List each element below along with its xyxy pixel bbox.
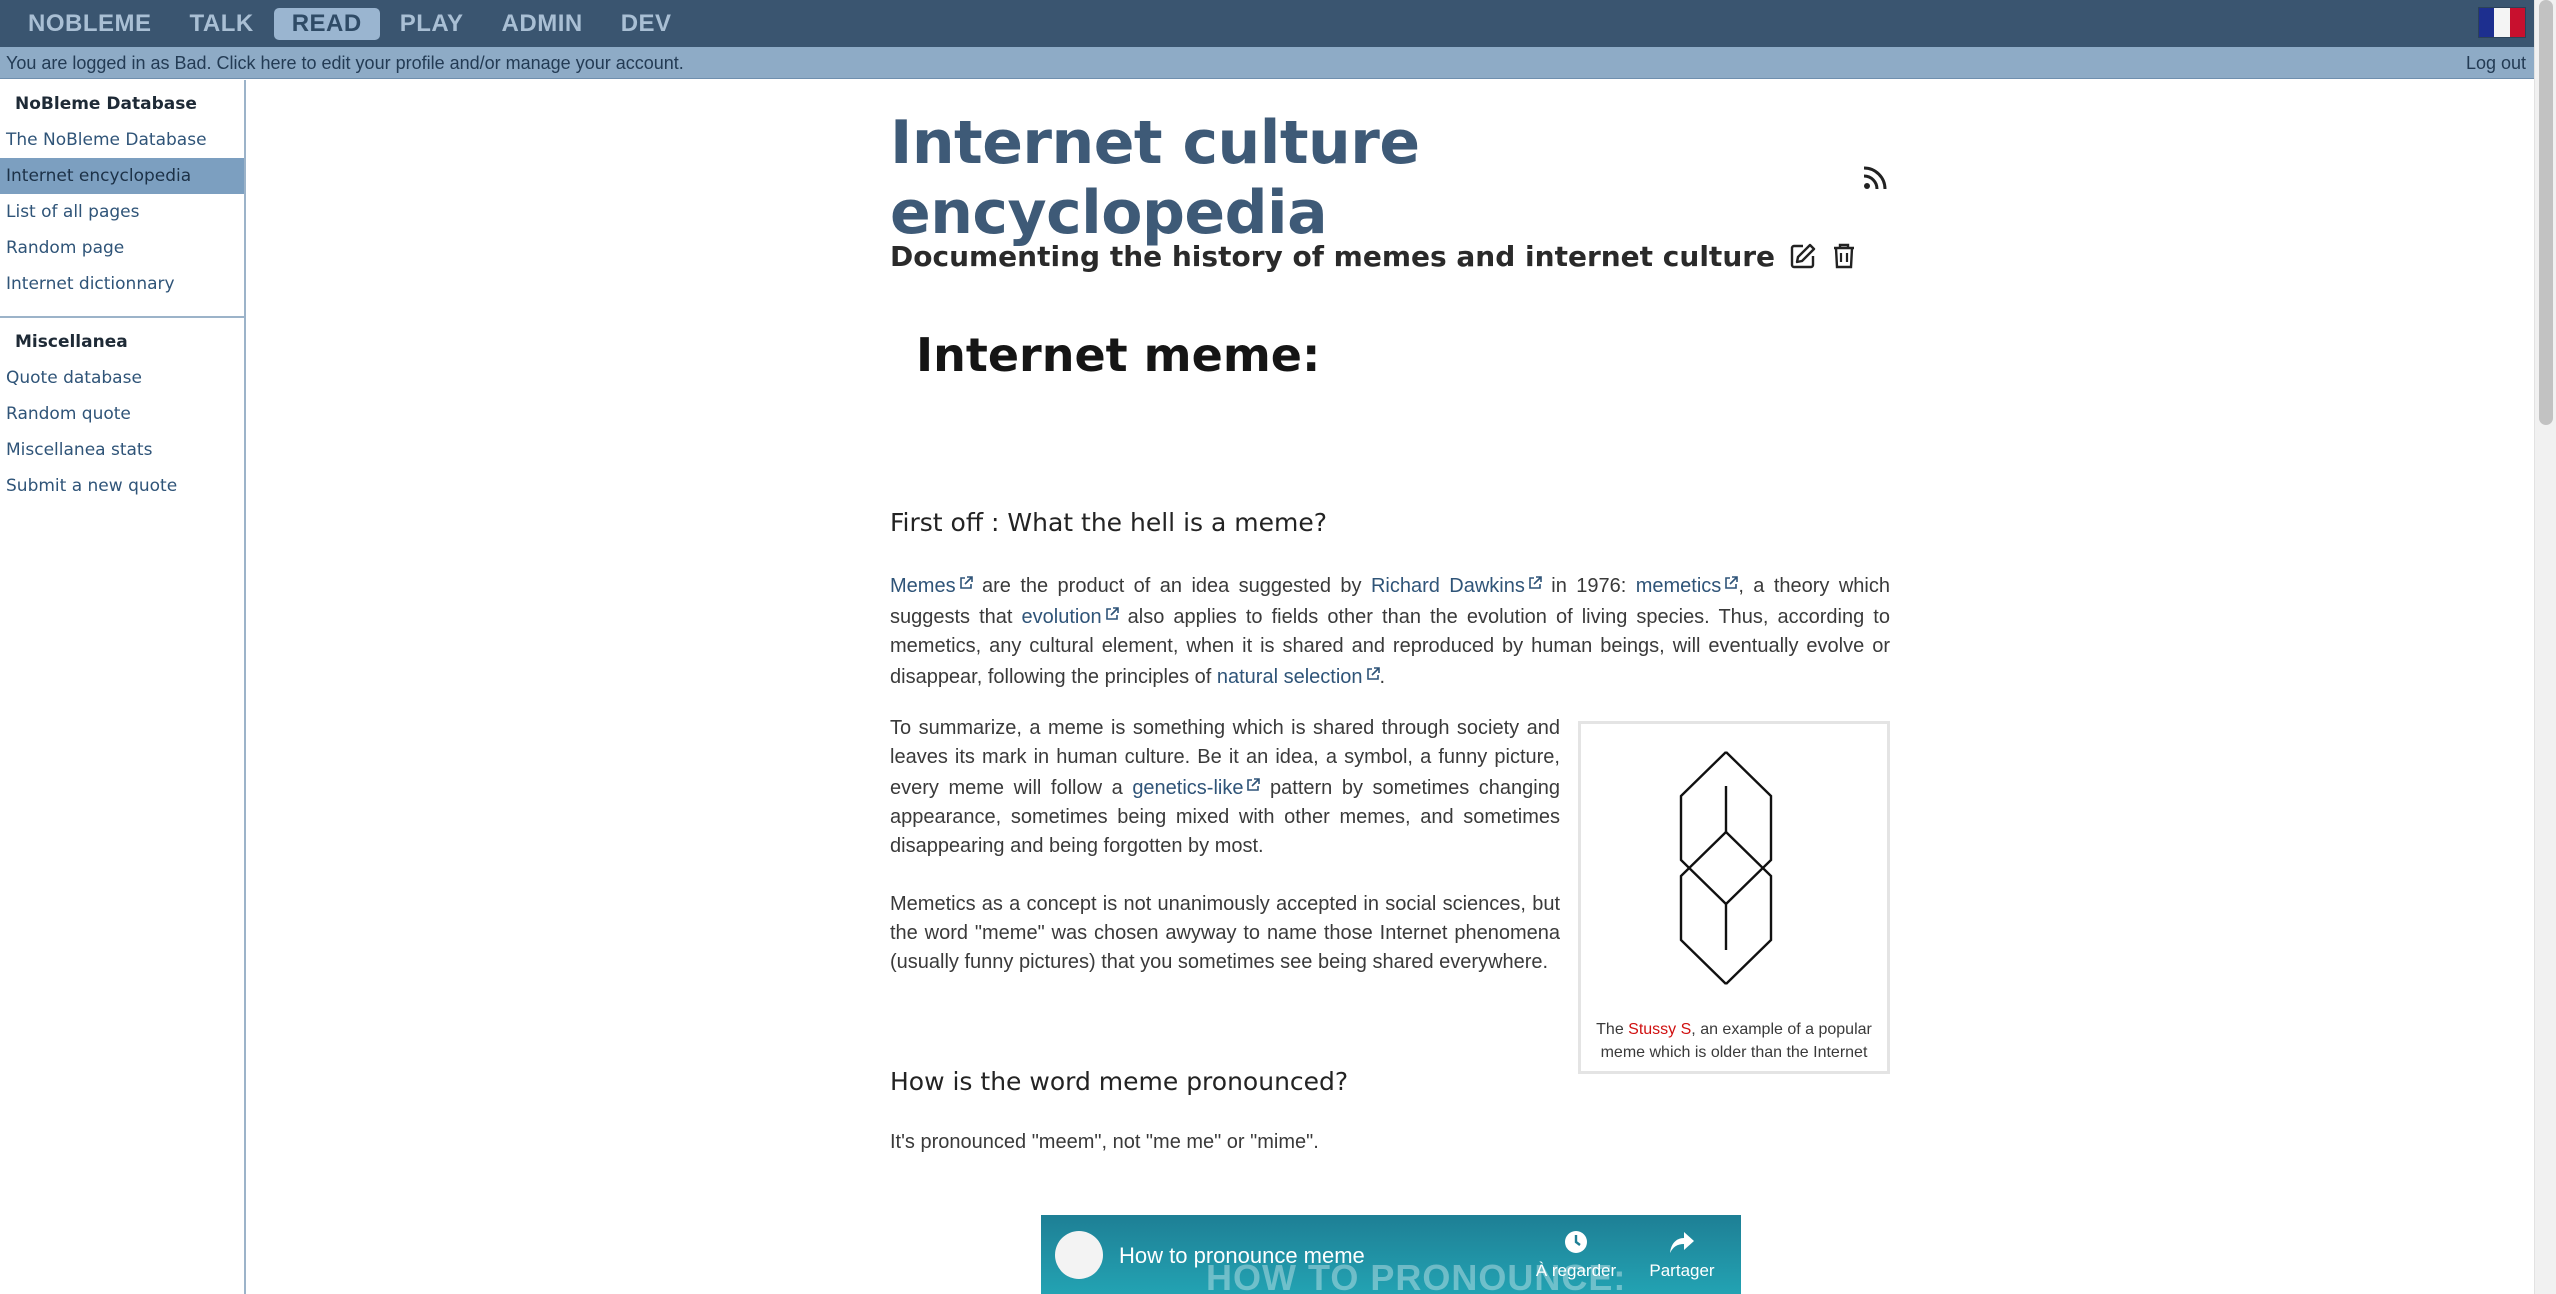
section-heading-what-is-meme: First off : What the hell is a meme? [890,508,1327,537]
external-link-icon [1366,661,1380,690]
sidebar-item-internet-encyclopedia[interactable]: Internet encyclopedia [0,158,244,194]
link-richard-dawkins[interactable]: Richard Dawkins [1371,575,1525,597]
stussy-s-figure: The Stussy S, an example of a popular me… [1578,721,1890,1074]
paragraph-memetics-concept: Memetics as a concept is not unanimously… [890,893,1560,973]
external-link-icon [1246,772,1261,801]
figure-caption: The Stussy S, an example of a popular me… [1589,1018,1879,1064]
sidebar-item-submit-quote[interactable]: Submit a new quote [0,468,244,504]
edit-icon[interactable] [1789,242,1817,270]
nav-admin[interactable]: ADMIN [484,8,601,40]
page-scrollbar[interactable] [2534,0,2556,1294]
nav-read[interactable]: READ [273,7,380,40]
sidebar: NoBleme Database The NoBleme Database In… [0,80,246,1294]
account-bar: You are logged in as Bad. Click here to … [0,47,2534,79]
page-subtitle: Documenting the history of memes and int… [890,239,1776,273]
video-title[interactable]: How to pronounce meme [1119,1243,1365,1269]
account-message-link[interactable]: You are logged in as Bad. Click here to … [6,53,684,74]
main-nav: NOBLEME TALK READ PLAY ADMIN DEV [10,0,690,47]
logout-link[interactable]: Log out [2466,53,2526,74]
flag-stripe-red [2509,8,2525,37]
text: . [1379,666,1386,688]
share-button[interactable]: Partager [1637,1229,1727,1281]
french-flag-icon[interactable] [2478,7,2526,38]
sidebar-group-database: NoBleme Database The NoBleme Database In… [0,80,244,302]
flag-stripe-white [2494,8,2510,37]
youtube-video-embed[interactable]: HOW TO PRONOUNCE: How to pronounce meme … [1041,1215,1741,1294]
share-arrow-icon [1670,1232,1694,1253]
external-link-icon [1528,570,1542,599]
main-content: Internet culture encyclopedia Documentin… [890,108,1890,1294]
text: The [1596,1021,1629,1038]
nav-nobleme[interactable]: NOBLEME [10,8,170,40]
flag-stripe-blue [2479,8,2495,37]
text: are the product of an idea suggested by [972,575,1371,597]
stussy-s-image[interactable] [1676,748,1776,988]
external-link-icon [1724,570,1739,599]
external-link-icon [959,570,973,599]
rss-icon[interactable] [1860,163,1890,193]
subtitle-row: Documenting the history of memes and int… [890,236,1890,276]
nav-talk[interactable]: TALK [172,8,272,40]
link-natural-selection[interactable]: natural selection [1217,666,1363,688]
top-navigation-bar: NOBLEME TALK READ PLAY ADMIN DEV [0,0,2556,47]
link-genetics-like[interactable]: genetics-like [1132,777,1243,799]
link-stussy-s[interactable]: Stussy S [1628,1021,1691,1038]
sidebar-item-random-page[interactable]: Random page [0,230,244,266]
paragraph-pronunciation: It's pronounced "meem", not "me me" or "… [890,1131,1319,1153]
section-heading-pronunciation: How is the word meme pronounced? [890,1067,1349,1096]
sidebar-item-quote-database[interactable]: Quote database [0,360,244,396]
share-label: Partager [1649,1261,1715,1280]
external-link-icon [1105,601,1119,630]
link-memetics[interactable]: memetics [1636,575,1722,597]
watch-later-button[interactable]: À regarder ... [1531,1229,1621,1294]
paragraph-meme-summary: To summarize, a meme is something which … [890,714,1560,861]
page-title: Internet culture encyclopedia [890,108,1420,248]
nav-play[interactable]: PLAY [382,8,482,40]
channel-avatar[interactable] [1055,1231,1103,1279]
text: in 1976: [1541,575,1636,597]
sidebar-group-title: Miscellanea [15,332,128,352]
scrollbar-thumb[interactable] [2539,0,2553,425]
nav-dev[interactable]: DEV [603,8,690,40]
sidebar-item-nobleme-database[interactable]: The NoBleme Database [0,122,244,158]
sidebar-item-miscellanea-stats[interactable]: Miscellanea stats [0,432,244,468]
page-title-row: Internet culture encyclopedia [890,108,1890,248]
trash-icon[interactable] [1831,242,1857,270]
sidebar-item-random-quote[interactable]: Random quote [0,396,244,432]
link-memes[interactable]: Memes [890,575,956,597]
paragraph-meme-definition: Memes are the product of an idea suggest… [890,570,1890,692]
clock-icon [1565,1231,1587,1253]
sidebar-item-list-of-pages[interactable]: List of all pages [0,194,244,230]
watch-later-label: À regarder ... [1535,1261,1617,1294]
sidebar-item-internet-dictionary[interactable]: Internet dictionnary [0,266,244,302]
article-title: Internet meme: [916,328,1321,382]
link-evolution[interactable]: evolution [1022,606,1102,628]
sidebar-group-miscellanea: Miscellanea Quote database Random quote … [0,318,244,504]
sidebar-group-title: NoBleme Database [15,94,197,114]
